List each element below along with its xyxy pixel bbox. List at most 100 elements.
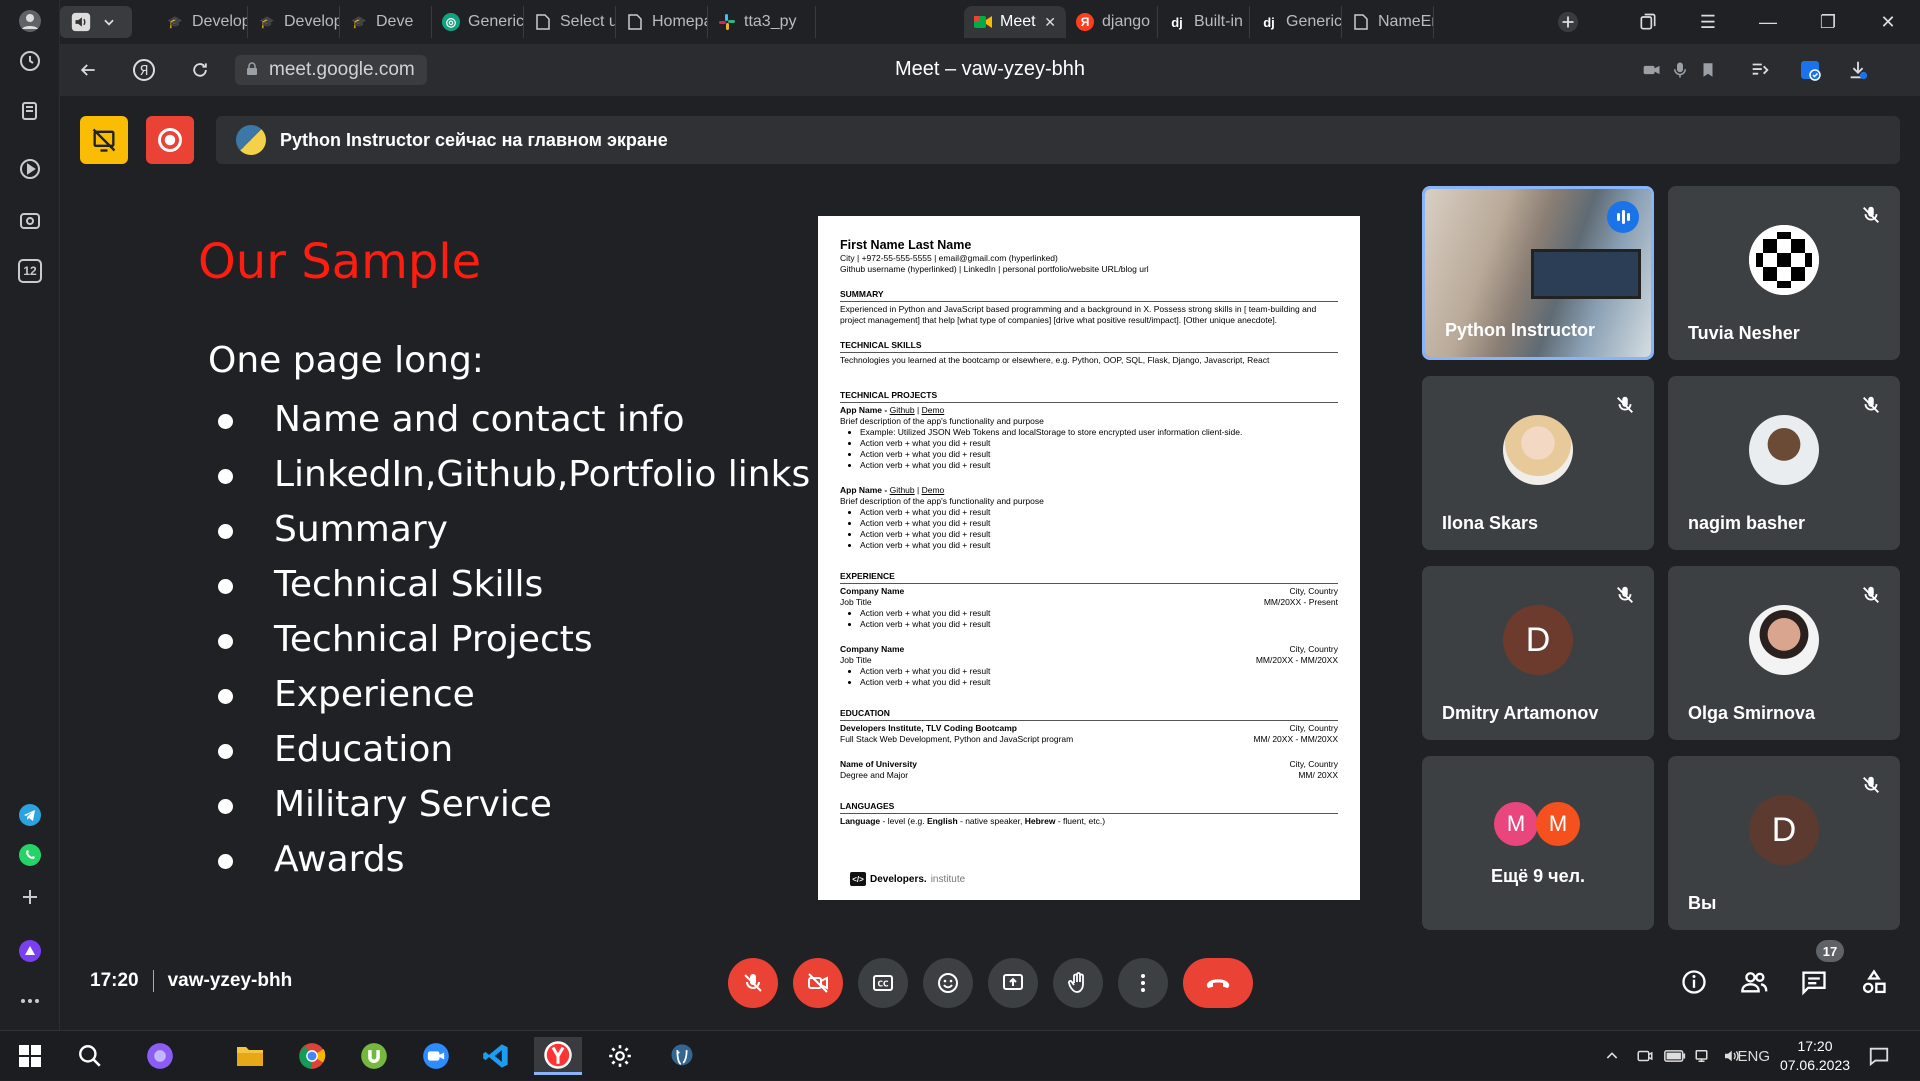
show-hidden-icons[interactable]	[1604, 1031, 1620, 1081]
counter-icon[interactable]: 12	[15, 256, 45, 286]
zoom-button[interactable]	[412, 1037, 460, 1075]
tab-generic-1[interactable]: ◎ Generic	[432, 6, 524, 38]
activities-button[interactable]	[1856, 964, 1892, 1000]
camera-toggle-button[interactable]	[793, 958, 843, 1008]
tab-generic-2[interactable]: dj Generic	[1250, 6, 1342, 38]
resume-bullet: Action verb + what you did + result	[860, 619, 1338, 630]
tab-django-yandex[interactable]: Яdjango	[1066, 6, 1158, 38]
back-button[interactable]	[74, 56, 102, 84]
postgres-button[interactable]	[658, 1037, 706, 1075]
resume-bullet: Example: Utilized JSON Web Tokens and lo…	[860, 427, 1338, 438]
yandex-browser-button[interactable]	[534, 1037, 582, 1075]
restore-icon[interactable]: ❐	[1806, 0, 1850, 44]
more-options-button[interactable]	[1118, 958, 1168, 1008]
raise-hand-button[interactable]	[1053, 958, 1103, 1008]
file-explorer-button[interactable]	[226, 1037, 274, 1075]
resume-section-heading: TECHNICAL PROJECTS	[840, 390, 1338, 403]
network-tray-icon[interactable]	[1694, 1031, 1712, 1081]
present-screen-button[interactable]	[988, 958, 1038, 1008]
extension-icon[interactable]	[1796, 56, 1824, 84]
participant-tile-nagim[interactable]: nagim basher	[1668, 376, 1900, 550]
play-icon[interactable]	[15, 154, 45, 184]
gear-icon	[609, 1045, 631, 1067]
mic-off-icon	[1863, 396, 1879, 413]
document-icon	[626, 13, 644, 31]
tab-homepage[interactable]: Homepa	[616, 6, 708, 38]
battery-tray-icon[interactable]	[1664, 1031, 1686, 1081]
reader-icon[interactable]	[1746, 56, 1774, 84]
tab-develop-3[interactable]: 🎓 Deve	[340, 6, 432, 38]
participant-tile-dmitry[interactable]: D Dmitry Artamonov	[1422, 566, 1654, 740]
participant-tile-tuvia[interactable]: Tuvia Nesher	[1668, 186, 1900, 360]
resume-section-heading: LANGUAGES	[840, 801, 1338, 814]
profile-icon[interactable]	[15, 6, 45, 36]
language-indicator[interactable]: ENG	[1732, 1031, 1770, 1081]
downloads-icon[interactable]	[1844, 56, 1872, 84]
camera-tray-icon[interactable]	[1636, 1031, 1654, 1081]
svg-text:CC: CC	[877, 980, 889, 989]
resume-bullet: Action verb + what you did + result	[860, 460, 1338, 471]
history-icon[interactable]	[15, 46, 45, 76]
meeting-details-button[interactable]	[1676, 964, 1712, 1000]
tab-meet[interactable]: Meet ✕	[964, 6, 1066, 38]
alice-icon[interactable]	[15, 936, 45, 966]
participant-tile-olga[interactable]: Olga Smirnova	[1668, 566, 1900, 740]
tab-develop-2[interactable]: 🎓 Develop	[248, 6, 340, 38]
reload-button[interactable]	[186, 56, 214, 84]
alice-taskbar-button[interactable]	[136, 1037, 184, 1075]
lock-icon	[247, 62, 257, 75]
tab-audio-group[interactable]	[60, 6, 132, 38]
utorrent-button[interactable]	[350, 1037, 398, 1075]
camera-permission-icon[interactable]	[1638, 56, 1666, 84]
tab-slack[interactable]: tta3_py	[708, 6, 816, 38]
participant-tile-others[interactable]: M M Ещё 9 чел.	[1422, 756, 1654, 930]
close-tab-icon[interactable]: ✕	[1044, 14, 1056, 31]
close-window-icon[interactable]: ✕	[1866, 0, 1910, 44]
tab-bar: 🎓 Develop 🎓 Develop 🎓 Deve ◎ Generic Select …	[60, 0, 1920, 44]
no-presentation-icon[interactable]	[80, 116, 128, 164]
chrome-button[interactable]	[288, 1037, 336, 1075]
resume-row: Job Title MM/20XX - Present	[840, 597, 1338, 607]
reactions-button[interactable]	[923, 958, 973, 1008]
telegram-icon[interactable]	[15, 800, 45, 830]
tab-select[interactable]: Select u	[524, 6, 616, 38]
vscode-button[interactable]	[472, 1037, 520, 1075]
captions-button[interactable]: CC	[858, 958, 908, 1008]
notifications-button[interactable]	[1868, 1031, 1890, 1081]
tab-nameerror[interactable]: NameEr	[1342, 6, 1434, 38]
screenshot-icon[interactable]	[15, 206, 45, 236]
bookmark-icon[interactable]	[1694, 56, 1722, 84]
participant-tile-python-instructor[interactable]: Python Instructor	[1422, 186, 1654, 360]
minimize-icon[interactable]: —	[1746, 0, 1790, 44]
microphone-permission-icon[interactable]	[1666, 56, 1694, 84]
collections-icon[interactable]	[15, 96, 45, 126]
chat-button[interactable]	[1796, 964, 1832, 1000]
new-tab-button[interactable]	[1546, 0, 1590, 44]
meeting-time: 17:20	[90, 970, 139, 991]
resume-summary: Experienced in Python and JavaScript bas…	[840, 304, 1317, 325]
participant-name: Dmitry Artamonov	[1442, 703, 1599, 723]
url-field[interactable]: meet.google.com	[235, 55, 427, 85]
start-button[interactable]	[6, 1037, 54, 1075]
tab-builtin[interactable]: dj Built-in	[1158, 6, 1250, 38]
participant-tile-self[interactable]: D Вы	[1668, 756, 1900, 930]
yandex-button[interactable]: Я	[130, 56, 158, 84]
system-clock[interactable]: 17:20 07.06.2023	[1770, 1037, 1860, 1075]
captions-icon: CC	[873, 975, 893, 991]
leave-call-button[interactable]	[1183, 958, 1253, 1008]
add-icon[interactable]	[15, 882, 45, 912]
tab-develop-1[interactable]: 🎓 Develop	[156, 6, 248, 38]
slide-bullet: Education	[210, 722, 810, 777]
menu-icon[interactable]: ☰	[1686, 0, 1730, 44]
settings-button[interactable]	[596, 1037, 644, 1075]
mic-toggle-button[interactable]	[728, 958, 778, 1008]
recording-icon[interactable]	[146, 116, 194, 164]
search-button[interactable]	[66, 1037, 114, 1075]
chrome-icon	[299, 1043, 326, 1069]
avatar: D	[1749, 795, 1819, 865]
people-button[interactable]	[1736, 964, 1772, 1000]
tabs-overview-icon[interactable]	[1626, 0, 1670, 44]
more-icon[interactable]	[15, 986, 45, 1016]
participant-tile-ilona[interactable]: Ilona Skars	[1422, 376, 1654, 550]
whatsapp-icon[interactable]	[15, 840, 45, 870]
